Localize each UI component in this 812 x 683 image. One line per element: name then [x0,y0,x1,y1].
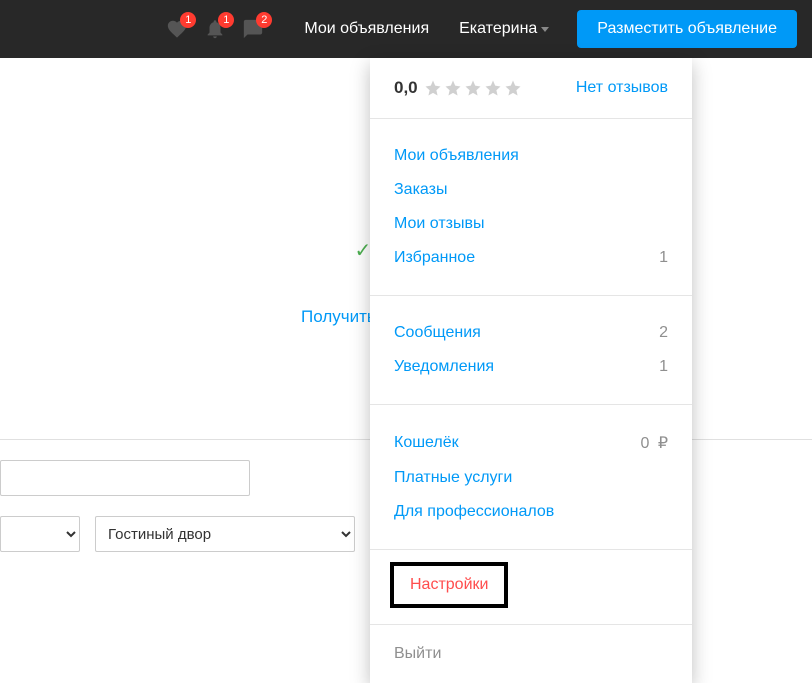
small-select[interactable] [0,516,80,552]
wallet-amount: 0 ₽ [640,433,668,453]
menu-messages[interactable]: Сообщения [394,324,481,342]
user-menu-toggle[interactable]: Екатерина [459,20,549,38]
post-ad-button[interactable]: Разместить объявление [577,10,797,48]
user-name-label: Екатерина [459,20,537,38]
rating-row: 0,0 Нет отзывов [394,78,668,98]
messages-badge: 2 [256,12,272,28]
user-dropdown-menu: 0,0 Нет отзывов Мои объявления Заказы Мо… [370,58,692,683]
menu-notifications[interactable]: Уведомления [394,358,494,376]
star-icon [444,79,462,97]
menu-logout[interactable]: Выйти [394,645,441,662]
menu-wallet[interactable]: Кошелёк [394,434,459,452]
star-icon [424,79,442,97]
menu-my-reviews[interactable]: Мои отзывы [394,215,485,233]
notifications-count: 1 [659,358,668,376]
no-reviews-link[interactable]: Нет отзывов [576,79,668,97]
notifications-icon-button[interactable]: 1 [204,18,226,40]
dropdown-comm-section: Сообщения 2 Уведомления 1 [370,295,692,404]
menu-my-ads[interactable]: Мои объявления [394,147,519,165]
chevron-down-icon [541,27,549,32]
dropdown-profile-section: Мои объявления Заказы Мои отзывы Избранн… [370,118,692,295]
notifications-badge: 1 [218,12,234,28]
header-icon-group: 1 1 2 [166,18,264,40]
dropdown-money-section: Кошелёк 0 ₽ Платные услуги Для профессио… [370,404,692,549]
currency-symbol: ₽ [658,435,668,452]
menu-for-pros[interactable]: Для профессионалов [394,503,554,521]
metro-select[interactable]: Гостиный двор [95,516,355,552]
menu-favorites[interactable]: Избранное [394,249,475,267]
my-ads-link[interactable]: Мои объявления [304,20,429,38]
dropdown-settings-section: Настройки [370,549,692,624]
text-input[interactable] [0,460,250,496]
check-icon: ✓ [355,238,372,263]
top-navigation-bar: 1 1 2 Мои объявления Екатерина Разместит… [0,0,812,58]
star-icon [464,79,482,97]
favorites-icon-button[interactable]: 1 [166,18,188,40]
menu-paid-services[interactable]: Платные услуги [394,469,512,487]
favorites-badge: 1 [180,12,196,28]
wallet-value: 0 [640,435,649,452]
menu-orders[interactable]: Заказы [394,181,447,199]
star-icon [484,79,502,97]
dropdown-logout-section: Выйти [370,624,692,683]
settings-highlight-box: Настройки [390,562,508,608]
rating-stars [424,79,522,97]
menu-settings[interactable]: Настройки [410,576,488,593]
favorites-count: 1 [659,249,668,267]
rating-value: 0,0 [394,78,418,98]
star-icon [504,79,522,97]
messages-icon-button[interactable]: 2 [242,18,264,40]
dropdown-rating-section: 0,0 Нет отзывов [370,58,692,118]
messages-count: 2 [659,324,668,342]
